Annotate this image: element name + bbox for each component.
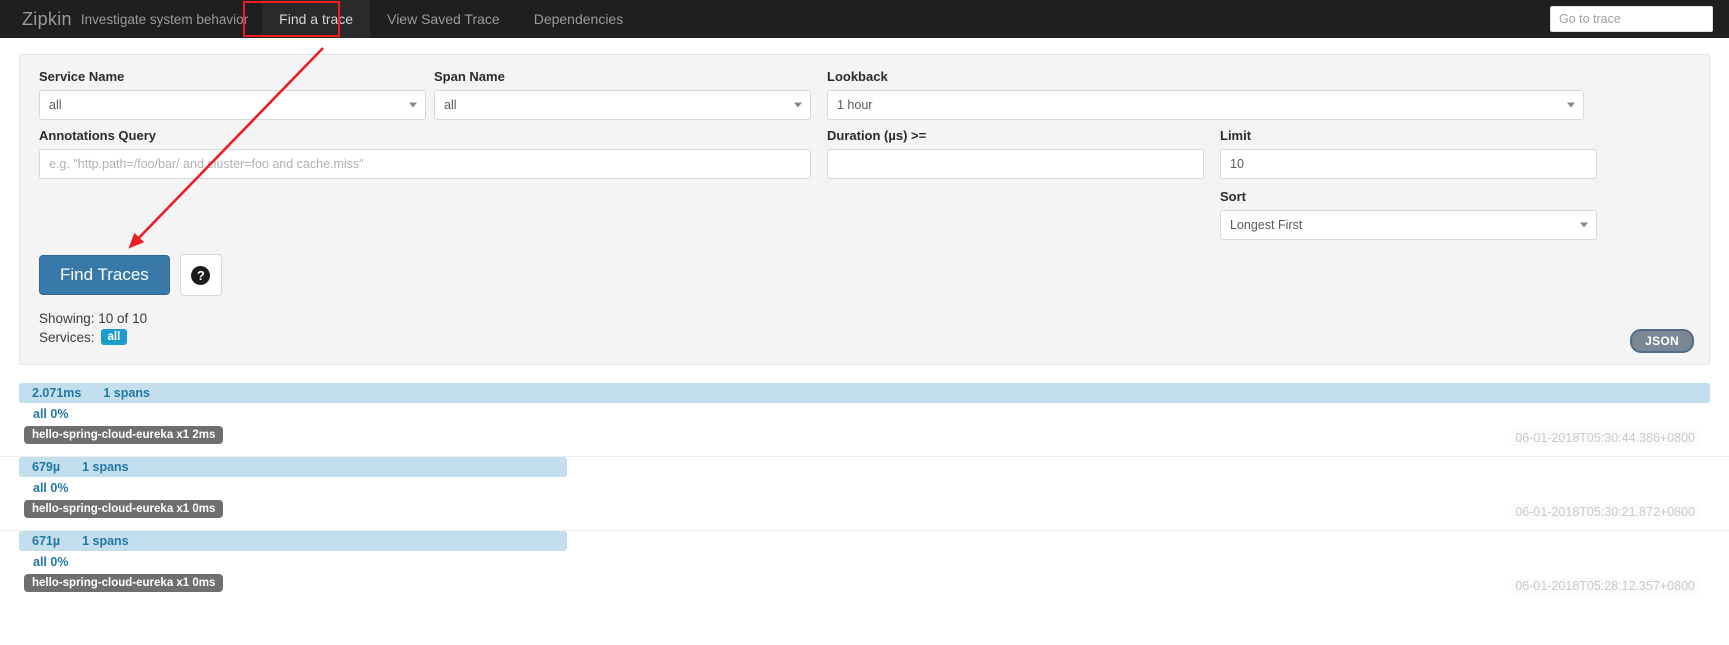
annotations-query-input[interactable] bbox=[39, 149, 811, 179]
search-row-2: Annotations Query Duration (µs) >= Limit… bbox=[39, 128, 1690, 248]
trace-duration-bar[interactable]: 679µ 1 spans bbox=[19, 457, 567, 477]
trace-row[interactable]: 679µ 1 spans all 0% hello-spring-cloud-e… bbox=[0, 457, 1729, 531]
span-name-field: Span Name bbox=[434, 69, 819, 128]
help-button[interactable]: ? bbox=[179, 254, 222, 296]
trace-service-pill[interactable]: hello-spring-cloud-eureka x1 0ms bbox=[24, 500, 224, 518]
trace-span-count: 1 spans bbox=[103, 386, 150, 400]
lookback-select[interactable] bbox=[827, 90, 1584, 120]
limit-input[interactable] bbox=[1220, 149, 1597, 179]
trace-timestamp: 06-01-2018T05:28:12.357+0800 bbox=[1511, 578, 1699, 594]
limit-label: Limit bbox=[1220, 128, 1252, 143]
annotations-query-label: Annotations Query bbox=[39, 128, 157, 143]
service-name-select-wrap[interactable] bbox=[39, 90, 426, 120]
duration-label: Duration (µs) >= bbox=[827, 128, 927, 143]
services-badge-all[interactable]: all bbox=[100, 329, 128, 345]
trace-timestamp: 06-01-2018T05:30:44.386+0800 bbox=[1511, 430, 1699, 446]
sort-field: Sort bbox=[1220, 189, 1597, 240]
top-navbar: Zipkin Investigate system behavior Find … bbox=[0, 0, 1729, 38]
nav-link-find-a-trace[interactable]: Find a trace bbox=[262, 0, 371, 38]
trace-percent: all 0% bbox=[33, 555, 69, 569]
trace-service-pill[interactable]: hello-spring-cloud-eureka x1 2ms bbox=[24, 426, 224, 444]
duration-input[interactable] bbox=[827, 149, 1204, 179]
trace-row[interactable]: 2.071ms 1 spans all 0% hello-spring-clou… bbox=[0, 383, 1729, 457]
trace-service-pill[interactable]: hello-spring-cloud-eureka x1 0ms bbox=[24, 574, 224, 592]
nav-link-dependencies[interactable]: Dependencies bbox=[517, 0, 641, 38]
trace-span-count: 1 spans bbox=[82, 460, 129, 474]
service-name-label: Service Name bbox=[39, 69, 125, 84]
lookback-label: Lookback bbox=[827, 69, 888, 84]
trace-duration: 671µ bbox=[32, 534, 61, 548]
navbar-spacer bbox=[640, 0, 1550, 38]
json-badge[interactable]: JSON bbox=[1630, 329, 1694, 353]
search-panel: Service Name Span Name Lookback bbox=[19, 54, 1710, 365]
service-name-field: Service Name bbox=[39, 69, 434, 128]
showing-count: Showing: 10 of 10 bbox=[39, 311, 148, 326]
actions-row: Find Traces ? bbox=[39, 254, 1690, 296]
trace-duration: 2.071ms bbox=[32, 386, 82, 400]
brand-logo[interactable]: Zipkin bbox=[22, 0, 81, 38]
lookback-select-wrap[interactable] bbox=[827, 90, 1584, 120]
brand-tagline: Investigate system behavior bbox=[80, 11, 249, 27]
limit-field: Limit Sort bbox=[1220, 128, 1605, 248]
sort-select-wrap[interactable] bbox=[1220, 210, 1597, 240]
go-to-trace-input[interactable] bbox=[1550, 6, 1713, 32]
span-name-select[interactable] bbox=[434, 90, 811, 120]
span-name-label: Span Name bbox=[434, 69, 505, 84]
services-label: Services: bbox=[39, 329, 95, 345]
sort-label: Sort bbox=[1220, 189, 1246, 204]
results-meta: Showing: 10 of 10 Services: all bbox=[39, 311, 1690, 345]
trace-results-list: 2.071ms 1 spans all 0% hello-spring-clou… bbox=[0, 383, 1729, 604]
question-circle-icon: ? bbox=[191, 265, 211, 285]
find-traces-button[interactable]: Find Traces bbox=[39, 255, 170, 295]
trace-duration-bar[interactable]: 2.071ms 1 spans bbox=[19, 383, 1710, 403]
search-panel-wrapper: Service Name Span Name Lookback bbox=[0, 38, 1729, 365]
trace-percent: all 0% bbox=[33, 407, 69, 421]
service-name-select[interactable] bbox=[39, 90, 426, 120]
trace-span-count: 1 spans bbox=[82, 534, 129, 548]
trace-timestamp: 06-01-2018T05:30:21.872+0800 bbox=[1511, 504, 1699, 520]
duration-field: Duration (µs) >= bbox=[827, 128, 1212, 248]
lookback-field: Lookback bbox=[827, 69, 1592, 128]
nav-link-view-saved-trace[interactable]: View Saved Trace bbox=[370, 0, 517, 38]
search-row-1: Service Name Span Name Lookback bbox=[39, 69, 1690, 128]
services-line: Services: all bbox=[39, 329, 1690, 345]
span-name-select-wrap[interactable] bbox=[434, 90, 811, 120]
trace-percent: all 0% bbox=[33, 481, 69, 495]
trace-row[interactable]: 671µ 1 spans all 0% hello-spring-cloud-e… bbox=[0, 531, 1729, 604]
trace-duration-bar[interactable]: 671µ 1 spans bbox=[19, 531, 567, 551]
annotations-query-field: Annotations Query bbox=[39, 128, 819, 248]
sort-select[interactable] bbox=[1220, 210, 1597, 240]
trace-duration: 679µ bbox=[32, 460, 61, 474]
